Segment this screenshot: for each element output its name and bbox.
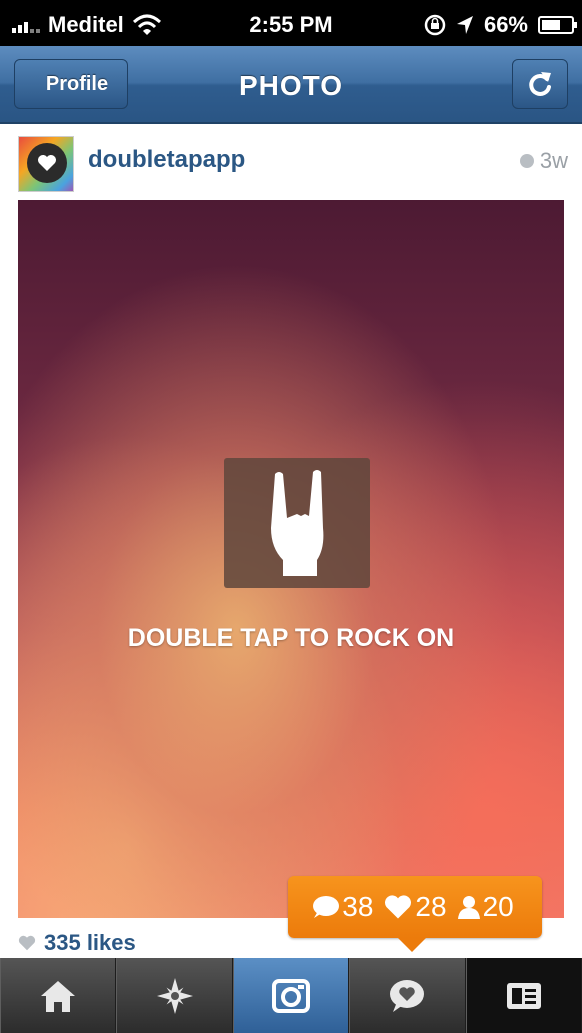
rotation-lock-icon xyxy=(424,14,446,36)
activity-bubble[interactable]: 38 28 20 xyxy=(288,876,542,952)
rock-hand-icon xyxy=(224,458,370,588)
battery-percent: 66% xyxy=(483,12,528,37)
comment-icon xyxy=(313,896,340,918)
heart-icon xyxy=(18,935,36,951)
news-icon xyxy=(390,979,425,1012)
refresh-icon xyxy=(529,72,551,96)
comments-activity: 38 xyxy=(310,891,373,923)
status-bar: Meditel 2:55 PM 66% xyxy=(0,0,582,46)
likes-activity: 28 xyxy=(383,891,447,923)
avatar[interactable] xyxy=(18,136,74,192)
camera-icon xyxy=(272,978,311,1013)
tab-profile[interactable] xyxy=(465,958,582,1033)
avatar-heart-icon xyxy=(27,143,67,183)
likes-row[interactable]: 335 likes xyxy=(18,928,136,958)
home-icon xyxy=(41,980,76,1012)
time-ago: 3w xyxy=(539,148,568,173)
nav-bar: Profile PHOTO xyxy=(0,46,582,124)
explore-icon xyxy=(156,977,193,1014)
likes-activity-count: 28 xyxy=(415,891,447,922)
post-header: doubletapapp 3w xyxy=(0,126,582,200)
heart-icon xyxy=(385,895,412,919)
refresh-button[interactable] xyxy=(512,59,568,109)
followers-activity: 20 xyxy=(457,891,514,923)
username-link[interactable]: doubletapapp xyxy=(88,146,245,174)
comments-count: 38 xyxy=(342,891,374,922)
tab-explore[interactable] xyxy=(116,958,233,1033)
page-title: PHOTO xyxy=(238,70,344,101)
location-icon xyxy=(456,16,473,34)
tab-camera[interactable] xyxy=(232,958,350,1033)
status-right: 66% xyxy=(424,12,577,38)
followers-count: 20 xyxy=(482,891,514,922)
tab-bar xyxy=(0,958,582,1033)
tab-home[interactable] xyxy=(0,958,117,1033)
battery-icon xyxy=(538,16,577,34)
profile-icon xyxy=(506,982,541,1009)
tab-news[interactable] xyxy=(349,958,466,1033)
person-icon xyxy=(457,896,480,919)
clock-icon xyxy=(519,154,534,168)
likes-count: 335 likes xyxy=(44,930,136,955)
post-timestamp: 3w xyxy=(519,148,568,174)
post-photo[interactable]: DOUBLE TAP TO ROCK ON xyxy=(18,200,564,918)
photo-caption: DOUBLE TAP TO ROCK ON xyxy=(127,624,455,652)
